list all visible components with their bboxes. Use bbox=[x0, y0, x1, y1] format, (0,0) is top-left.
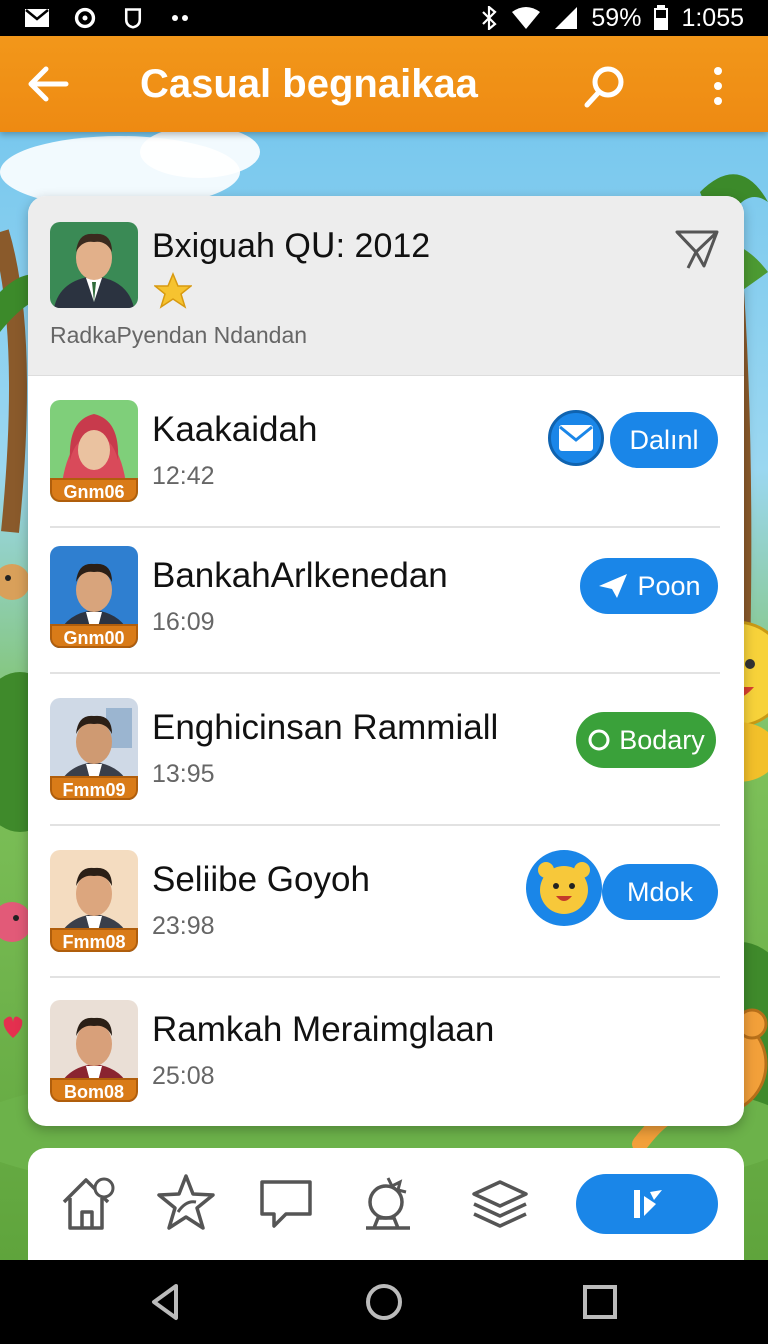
contacts-card: Bxiguah QՍ: 2012 RadkaPyendan Ndandan Gn… bbox=[28, 196, 744, 1126]
list-item[interactable]: Fmm09 Enghicinsan Rammiall 13:95 Bodary bbox=[50, 674, 720, 826]
arrow-left-icon bbox=[28, 66, 69, 102]
contact-name: Kaakaidah bbox=[152, 410, 318, 449]
paper-plane-icon bbox=[599, 574, 628, 598]
contact-name: Seliibe Goyoh bbox=[152, 860, 370, 899]
mail-button[interactable] bbox=[548, 410, 604, 466]
contact-name: Ramkah Meraimglaan bbox=[152, 1010, 495, 1049]
header-title: Bxiguah QՍ: 2012 bbox=[152, 227, 431, 265]
contact-avatar[interactable]: Fmm09 bbox=[50, 698, 138, 800]
contact-time: 25:08 bbox=[152, 1062, 215, 1090]
home-icon[interactable] bbox=[58, 1172, 118, 1234]
list-item[interactable]: Fmm08 Seliibe Goyoh 23:98 Mdok bbox=[50, 826, 720, 978]
bear-sticker-icon[interactable] bbox=[524, 848, 604, 928]
app-bar: Casual begnaikaa bbox=[0, 36, 768, 132]
search-icon[interactable] bbox=[580, 62, 630, 112]
mail-icon bbox=[25, 9, 49, 27]
heart-icon bbox=[3, 1016, 23, 1038]
flag-icon bbox=[634, 1190, 662, 1218]
circle-icon bbox=[588, 729, 610, 751]
action-button[interactable]: Dalınl bbox=[610, 412, 718, 468]
user-tag: Fmm09 bbox=[50, 776, 138, 800]
back-button[interactable] bbox=[0, 36, 96, 132]
paper-plane-icon[interactable] bbox=[674, 228, 720, 270]
user-tag: Fmm08 bbox=[50, 928, 138, 952]
list-item[interactable]: Gnm06 Kaakaidah 12:42 Dalınl bbox=[50, 376, 720, 528]
user-tag: Gnm06 bbox=[50, 478, 138, 502]
header-subtitle: RadkaPyendan Ndandan bbox=[50, 322, 308, 348]
contact-time: 13:95 bbox=[152, 760, 215, 788]
mail-icon bbox=[559, 425, 593, 451]
contact-time: 23:98 bbox=[152, 912, 215, 940]
bottom-navigation bbox=[28, 1148, 744, 1260]
wifi-icon bbox=[512, 7, 541, 29]
contact-name: Enghicinsan Rammiall bbox=[152, 708, 499, 747]
action-button-label: Poon bbox=[637, 570, 701, 601]
chat-icon[interactable] bbox=[256, 1172, 316, 1234]
page-title: Casual begnaikaa bbox=[140, 61, 478, 106]
contact-time: 16:09 bbox=[152, 608, 215, 636]
signal-icon bbox=[555, 7, 578, 29]
action-button[interactable]: Mdok bbox=[602, 864, 718, 920]
system-navigation-bar bbox=[0, 1260, 768, 1344]
contact-name: BankahArlkenedan bbox=[152, 556, 448, 595]
status-bar: 59% 1:055 bbox=[0, 0, 768, 36]
contact-time: 12:42 bbox=[152, 462, 215, 490]
contact-avatar[interactable]: Gnm00 bbox=[50, 546, 138, 648]
action-button[interactable]: Poon bbox=[580, 558, 718, 614]
battery-icon bbox=[654, 5, 669, 30]
contact-avatar[interactable]: Fmm08 bbox=[50, 850, 138, 952]
star-icon bbox=[154, 272, 192, 309]
home-circle-icon[interactable] bbox=[364, 1282, 404, 1322]
star-icon[interactable] bbox=[156, 1172, 216, 1234]
person-avatar-image bbox=[50, 222, 138, 308]
battery-percent: 59% bbox=[591, 3, 642, 32]
bluetooth-icon bbox=[482, 6, 498, 30]
header-avatar[interactable] bbox=[50, 222, 138, 308]
action-button[interactable]: Bodary bbox=[576, 712, 716, 768]
card-header: Bxiguah QՍ: 2012 RadkaPyendan Ndandan bbox=[28, 196, 744, 376]
more-dots-icon bbox=[172, 15, 188, 21]
layers-icon[interactable] bbox=[470, 1172, 530, 1234]
list-item[interactable]: Bom08 Ramkah Meraimglaan 25:08 bbox=[50, 976, 720, 1126]
recents-square-icon[interactable] bbox=[580, 1282, 620, 1322]
sync-icon bbox=[74, 7, 96, 29]
contact-avatar[interactable]: Bom08 bbox=[50, 1000, 138, 1102]
contact-avatar[interactable]: Gnm06 bbox=[50, 400, 138, 502]
nav-active-button[interactable] bbox=[576, 1174, 718, 1234]
user-tag: Gnm00 bbox=[50, 624, 138, 648]
action-button-label: Bodary bbox=[619, 724, 705, 755]
user-tag: Bom08 bbox=[50, 1078, 138, 1102]
trophy-icon[interactable] bbox=[358, 1172, 418, 1234]
overflow-menu-icon[interactable] bbox=[700, 64, 736, 108]
shield-icon bbox=[124, 8, 142, 29]
back-triangle-icon[interactable] bbox=[146, 1282, 186, 1322]
list-item[interactable]: Gnm00 BankahArlkenedan 16:09 Poon bbox=[50, 522, 720, 674]
clock: 1:055 bbox=[681, 3, 744, 32]
